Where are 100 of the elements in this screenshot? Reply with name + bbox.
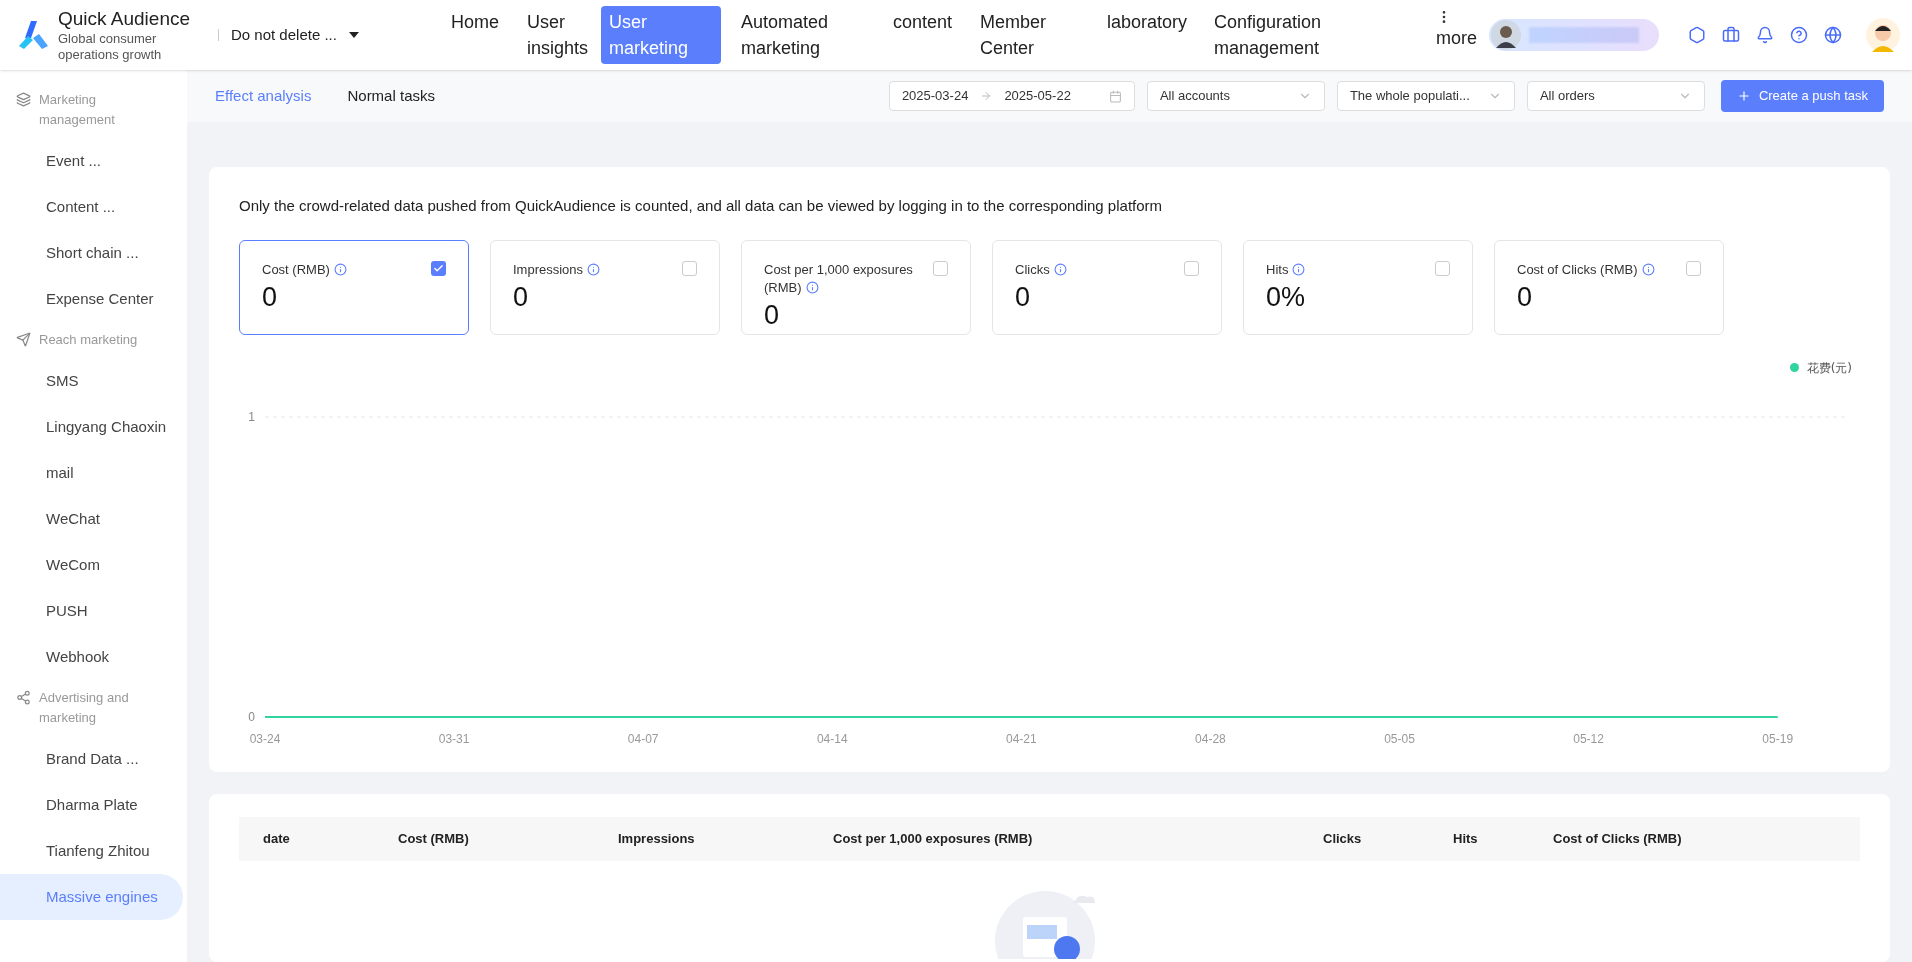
workspace-dropdown[interactable]: Do not delete ... <box>231 23 391 47</box>
legend-label: 花费(元) <box>1806 359 1852 377</box>
sidebar-item[interactable]: Tianfeng Zhitou <box>0 828 183 874</box>
sidebar-item[interactable]: SMS <box>0 358 183 404</box>
section-title: Marketing management <box>39 91 116 129</box>
sidebar-item[interactable]: WeChat <box>0 496 183 542</box>
metric-checkbox[interactable] <box>1686 260 1701 276</box>
filter-select[interactable]: All orders <box>1526 81 1705 111</box>
section-title: Advertising and marketing <box>39 689 130 727</box>
metric-card[interactable]: Impressions 0 <box>490 239 720 335</box>
sidebar-item[interactable]: Webhook <box>0 634 183 680</box>
info-icon <box>1292 262 1306 276</box>
x-tick-label: 04-21 <box>1006 731 1037 746</box>
metric-label: Impressions <box>513 260 678 279</box>
metric-value: 0% <box>1266 280 1307 313</box>
sidebar-item[interactable]: Expense Center <box>0 276 183 322</box>
info-icon <box>1641 262 1655 276</box>
column-header: Cost (RMB) <box>398 829 470 848</box>
calendar-icon <box>1108 89 1122 103</box>
create-button[interactable]: Create a push task <box>1720 80 1884 112</box>
sidebar-item[interactable]: mail <box>0 450 183 496</box>
nav-tab[interactable]: Configuration management <box>1206 6 1416 64</box>
y-tick-label: 1 <box>248 409 255 424</box>
column-header: Cost of Clicks (RMB) <box>1553 829 1683 848</box>
info-icon <box>333 262 347 276</box>
x-tick-label: 03-31 <box>438 731 470 746</box>
column-header: Hits <box>1453 829 1479 848</box>
x-tick-label: 03-24 <box>249 731 281 746</box>
briefcase-icon[interactable] <box>1722 26 1740 44</box>
app-name: Quick Audience <box>58 6 191 31</box>
section-icon <box>16 332 31 347</box>
filter-select[interactable]: All accounts <box>1146 81 1325 111</box>
metric-value: 0 <box>513 280 530 313</box>
metric-value: 0 <box>1517 280 1534 313</box>
sidebar-item[interactable]: Event ... <box>0 138 183 184</box>
user-avatar-icon[interactable] <box>1866 18 1900 52</box>
sidebar-item[interactable]: Dharma Plate <box>0 782 183 828</box>
metric-card[interactable]: Cost of Clicks (RMB) 0 <box>1494 239 1724 335</box>
x-tick-label: 04-07 <box>627 731 659 746</box>
metric-checkbox[interactable] <box>431 260 446 276</box>
metric-checkbox[interactable] <box>682 260 697 276</box>
nav-tab[interactable]: Member Center <box>972 6 1087 64</box>
column-header: Cost per 1,000 exposures (RMB) <box>833 829 1034 848</box>
avatar-icon <box>1491 20 1522 50</box>
filter-select[interactable]: The whole populati... <box>1336 81 1515 111</box>
column-header: Clicks <box>1323 829 1363 848</box>
notice-text: Only the crowd-related data pushed from QuickAudience is counted, and all data can be viewed by logging in to the corresponding platform <box>239 196 1164 216</box>
metric-label: Hits <box>1266 260 1431 279</box>
caret-icon <box>348 32 359 38</box>
nav-tab[interactable]: content <box>885 6 960 38</box>
info-icon <box>1053 262 1067 276</box>
metric-label: Cost per 1,000 exposures (RMB) <box>764 260 914 297</box>
metric-checkbox[interactable] <box>1435 260 1450 276</box>
column-header: date <box>263 829 291 848</box>
x-tick-label: 05-12 <box>1573 731 1604 746</box>
nav-tab[interactable]: Home <box>443 6 507 38</box>
sidebar-item[interactable]: WeCom <box>0 542 183 588</box>
section-title: Reach marketing <box>39 331 138 349</box>
metric-card[interactable]: Hits 0% <box>1243 239 1473 335</box>
date-range-field[interactable]: 2025-03-24 2025-05-22 <box>888 81 1135 111</box>
column-header: Impressions <box>618 829 696 848</box>
metric-label: Cost (RMB) <box>262 260 427 279</box>
sidebar-item[interactable]: Lingyang Chaoxin <box>0 404 183 450</box>
app-tagline: Global consumer operations growth <box>58 30 163 64</box>
nav-tab[interactable]: laboratory <box>1099 6 1194 38</box>
metric-label: Cost of Clicks (RMB) <box>1517 260 1682 279</box>
sidebar-item[interactable]: Content ... <box>0 184 183 230</box>
x-tick-label: 04-14 <box>816 731 848 746</box>
plus-icon <box>1736 89 1751 103</box>
metric-card[interactable]: Cost per 1,000 exposures (RMB) 0 <box>741 239 971 335</box>
bell-icon[interactable] <box>1756 26 1774 44</box>
metric-checkbox[interactable] <box>933 260 948 276</box>
sidebar-item[interactable]: Short chain ... <box>0 230 183 276</box>
sidebar-item[interactable]: Brand Data ... <box>0 736 183 782</box>
sub-tab[interactable]: Normal tasks <box>347 84 435 108</box>
x-tick-label: 05-05 <box>1384 731 1415 746</box>
nav-tab[interactable]: User marketing <box>601 6 721 64</box>
x-tick-label: 04-28 <box>1195 731 1226 746</box>
metric-card[interactable]: Clicks 0 <box>992 239 1222 335</box>
info-icon <box>587 262 601 276</box>
nav-tab[interactable]: more <box>1428 6 1486 54</box>
sidebar-item[interactable]: PUSH <box>0 588 183 634</box>
metric-card[interactable]: Cost (RMB) 0 <box>239 239 469 335</box>
y-tick-label: 0 <box>248 709 255 724</box>
metric-label: Clicks <box>1015 260 1180 279</box>
hexagon-icon[interactable] <box>1688 26 1706 44</box>
help-icon[interactable] <box>1790 26 1808 44</box>
check-icon <box>433 262 444 274</box>
globe-icon[interactable] <box>1824 26 1842 44</box>
metric-value: 0 <box>1015 280 1032 313</box>
info-icon <box>805 280 819 294</box>
account-pill[interactable] <box>1489 19 1660 51</box>
section-icon <box>16 92 31 107</box>
arrow-icon <box>980 90 993 102</box>
x-tick-label: 05-19 <box>1762 731 1794 746</box>
metric-value: 0 <box>262 280 279 313</box>
nav-tab[interactable]: Automated marketing <box>733 6 873 64</box>
nav-tab[interactable]: User insights <box>519 6 589 64</box>
metric-checkbox[interactable] <box>1184 260 1199 276</box>
metric-value: 0 <box>764 298 781 331</box>
